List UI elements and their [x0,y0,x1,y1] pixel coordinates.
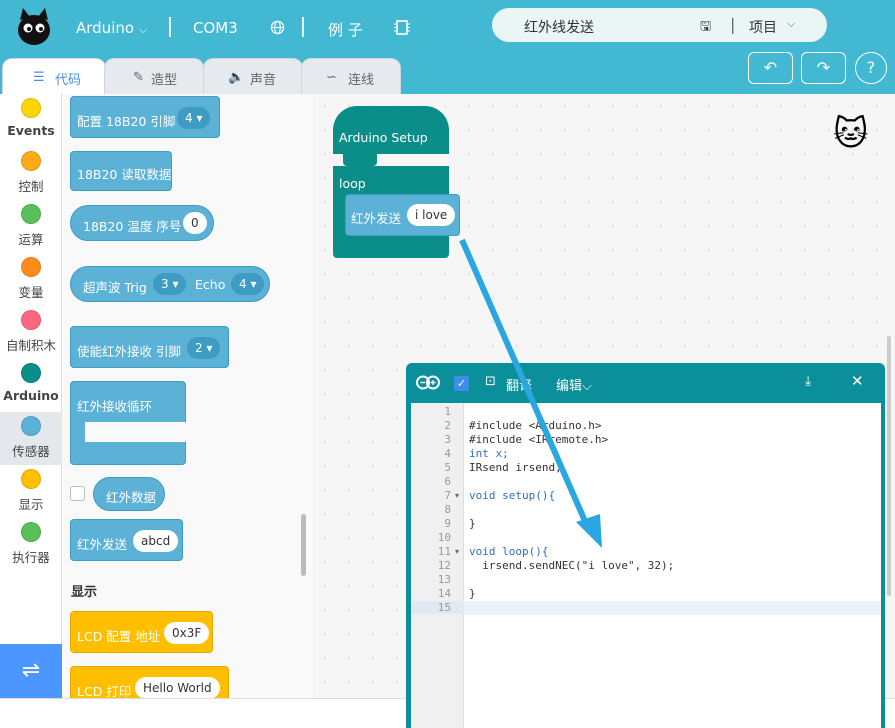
globe-icon[interactable] [270,20,285,35]
divider: | [730,15,736,34]
code-window: ✓ ⊡ 翻译 编辑⌵ ⤓ ✕ 1 2 3 4 5 6 7 ▾ 8 9 10 11… [406,363,885,728]
category-events[interactable]: Events [0,94,62,147]
block-lcd-print[interactable]: LCD 打印 Hello World [70,666,229,698]
category-operators[interactable]: 运算 [0,200,62,253]
terminal-icon[interactable]: ⊡ [485,374,496,389]
download-icon[interactable]: ⤓ [805,373,811,389]
category-control[interactable]: 控制 [0,147,62,200]
add-extension-button[interactable]: ⇌ [0,644,62,698]
tab-costumes[interactable]: ✎ 造型 [104,58,204,94]
category-actuators[interactable]: 执行器 [0,518,62,571]
ir-send-input[interactable]: abcd [133,530,179,552]
help-button[interactable]: ? [855,52,887,84]
close-icon[interactable]: ✕ [851,372,864,390]
arduino-icon [416,375,440,390]
fold-arrow-icon[interactable]: ▾ [455,491,459,500]
block-ir-receive-enable[interactable]: 使能红外接收 引脚 2 ▾ [70,326,229,368]
block-ir-send[interactable]: 红外发送 abcd [70,519,183,561]
tab-code[interactable]: ☰ 代码 [2,58,106,94]
category-my-blocks[interactable]: 自制积木 [0,306,62,359]
chip-icon[interactable] [394,19,410,36]
divider [169,17,171,37]
block-ir-receive-loop[interactable]: 红外接收循环 [70,381,187,465]
code-window-header: ✓ ⊡ 翻译 编辑⌵ ⤓ ✕ [406,363,885,403]
port-select[interactable]: COM3 [193,19,238,37]
category-display[interactable]: 显示 [0,465,62,518]
top-bar: Arduino ⌵ COM3 例 子 红外线发送 🖫 | 项目 ⌵ [0,0,895,56]
chevron-down-icon: ⌵ [582,379,592,394]
category-variables[interactable]: 变量 [0,253,62,306]
board-select[interactable]: Arduino ⌵ [76,19,147,37]
section-title-display: 显示 [71,585,98,600]
block-lcd-config[interactable]: LCD 配置 地址 0x3F [70,611,213,653]
redo-button[interactable]: ↷ [801,52,846,84]
workspace-scrollbar[interactable] [887,336,891,596]
category-arduino[interactable]: Arduino [0,359,62,412]
tab-sounds[interactable]: 🔈 声音 [203,58,303,94]
trig-dropdown[interactable]: 3 ▾ [153,273,187,295]
fold-arrow-icon[interactable]: ▾ [455,547,459,556]
examples-menu[interactable]: 例 子 [328,19,363,40]
code-icon: ☰ [33,70,45,85]
undo-button[interactable]: ↶ [748,52,793,84]
app-logo-icon [18,8,50,45]
translate-button[interactable]: 翻译 [506,375,532,394]
ir-data-checkbox[interactable] [70,486,85,501]
lcd-print-input[interactable]: Hello World [135,677,220,698]
code-editor[interactable]: #include <Arduino.h> #include <IRremote.… [464,403,881,728]
category-sensors[interactable]: 传感器 [0,412,62,465]
chevron-down-icon: ⌵ [138,23,148,36]
active-line [464,601,881,615]
edit-menu[interactable]: 编辑⌵ [556,375,592,394]
speaker-icon: 🔈 [228,70,245,85]
cat-mascot-icon: 🐱 [833,114,869,154]
chevron-down-icon[interactable]: ⌵ [787,17,795,31]
project-menu[interactable]: 项目 [749,17,777,37]
echo-dropdown[interactable]: 4 ▾ [231,273,265,295]
category-menu: Events 控制 运算 变量 自制积木 Arduino 传感器 显示 执行器 [0,94,62,644]
line-number-gutter: 1 2 3 4 5 6 7 ▾ 8 9 10 11 ▾ 12 13 14 15 [411,403,464,728]
send-value-input[interactable]: i love [407,204,456,226]
add-extension-icon: ⇌ [21,658,41,683]
project-bar: 红外线发送 🖫 | 项目 ⌵ [492,8,827,42]
checkbox-icon[interactable]: ✓ [454,376,469,391]
save-icon[interactable]: 🖫 [700,17,711,39]
lcd-address-input[interactable]: 0x3F [164,622,210,644]
block-ir-data[interactable]: 红外数据 [93,477,165,511]
block-18b20-read[interactable]: 18B20 读取数据 [70,151,172,191]
block-palette: 配置 18B20 引脚 4 ▾ 18B20 读取数据 18B20 温度 序号 0… [62,94,313,698]
ir-pin-dropdown[interactable]: 2 ▾ [187,337,221,359]
block-config-18b20[interactable]: 配置 18B20 引脚 4 ▾ [70,96,220,138]
block-18b20-temp[interactable]: 18B20 温度 序号 0 [70,205,214,241]
project-name-input[interactable]: 红外线发送 [524,17,594,37]
palette-scrollbar[interactable] [301,514,306,576]
block-ir-send-placed[interactable]: 红外发送 i love [345,194,460,236]
index-input[interactable]: 0 [183,212,207,234]
block-ultrasonic[interactable]: 超声波 Trig 3 ▾ Echo 4 ▾ [70,266,270,302]
divider [302,17,304,37]
pin-dropdown[interactable]: 4 ▾ [177,107,211,129]
brush-icon: ✎ [133,70,144,85]
wire-icon: ∽ [326,70,337,85]
tab-wiring[interactable]: ∽ 连线 [301,58,401,94]
